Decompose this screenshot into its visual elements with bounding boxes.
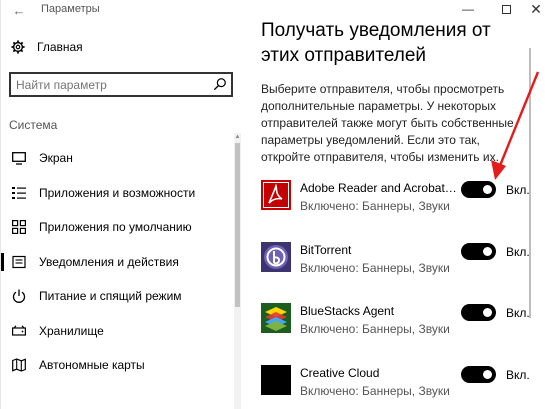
sidebar-item-label: Приложения и возможности bbox=[39, 185, 196, 200]
search-input[interactable] bbox=[11, 74, 201, 95]
toggle-knob bbox=[483, 308, 492, 317]
sidebar-item-label: Экран bbox=[39, 151, 73, 166]
toggle-knob bbox=[483, 246, 492, 256]
toggle-knob bbox=[483, 369, 492, 379]
notification-toggle[interactable] bbox=[461, 304, 496, 321]
app-name: BitTorrent bbox=[300, 242, 352, 257]
scrollbar-thumb[interactable] bbox=[529, 48, 531, 318]
list-item[interactable]: BitTorrent Включено: Баннеры, Звуки Вкл. bbox=[261, 237, 545, 299]
notifications-icon bbox=[12, 255, 26, 269]
window-title: Параметры bbox=[41, 3, 100, 15]
sender-list: Adobe Reader and Acrobat Manager Включен… bbox=[261, 175, 545, 409]
app-name: BlueStacks Agent bbox=[300, 304, 395, 318]
creative-cloud-icon bbox=[261, 364, 291, 395]
adobe-reader-icon bbox=[261, 180, 291, 210]
sidebar-item-default-apps[interactable]: Приложения по умолчанию bbox=[1, 210, 233, 245]
home-label: Главная bbox=[37, 40, 83, 54]
sidebar-item-power[interactable]: Питание и спящий режим bbox=[1, 279, 233, 314]
bluestacks-icon bbox=[261, 303, 291, 333]
settings-window: ← Параметры — ✕ Главная Найти параметр С… bbox=[0, 0, 545, 409]
sidebar-item-label: Уведомления и действия bbox=[39, 254, 179, 269]
power-icon bbox=[12, 289, 26, 304]
search-box[interactable] bbox=[9, 72, 233, 97]
offline-maps-icon bbox=[12, 358, 26, 372]
home-link[interactable]: Главная bbox=[11, 40, 83, 54]
app-name: Creative Cloud bbox=[300, 365, 380, 380]
back-button[interactable]: ← bbox=[7, 2, 31, 20]
sidebar-item-label: Питание и спящий режим bbox=[39, 289, 182, 304]
app-status: Включено: Баннеры, Звуки bbox=[300, 322, 450, 336]
sidebar-item-offline-maps[interactable]: Автономные карты bbox=[1, 348, 233, 383]
toggle-state-label: Вкл. bbox=[506, 367, 530, 382]
app-name: Adobe Reader and Acrobat Manager bbox=[300, 181, 458, 195]
sidebar-item-storage[interactable]: Хранилище bbox=[1, 314, 233, 349]
app-status: Включено: Баннеры, Звуки bbox=[300, 199, 450, 213]
section-header-system: Система bbox=[9, 118, 58, 132]
sidebar: Главная Система Экран Приложения и возм bbox=[1, 22, 246, 409]
sidebar-scrollbar[interactable]: ▲ bbox=[234, 133, 241, 409]
sidebar-item-apps-features[interactable]: Приложения и возможности bbox=[1, 176, 233, 211]
gear-icon bbox=[11, 40, 25, 54]
sidebar-item-label: Автономные карты bbox=[39, 358, 145, 373]
list-item[interactable]: BlueStacks Agent Включено: Баннеры, Звук… bbox=[261, 298, 545, 360]
search-icon bbox=[213, 78, 226, 91]
sidebar-item-notifications[interactable]: Уведомления и действия bbox=[1, 245, 233, 280]
notification-toggle[interactable] bbox=[461, 242, 496, 260]
page-description: Выберите отправителя, чтобы просмотреть … bbox=[261, 82, 514, 164]
page-title: Получать уведомления от этих отправителе… bbox=[261, 20, 491, 66]
app-status: Включено: Баннеры, Звуки bbox=[300, 260, 450, 275]
sidebar-item-label: Хранилище bbox=[39, 323, 104, 338]
sidebar-item-display[interactable]: Экран bbox=[1, 141, 233, 176]
notification-toggle[interactable] bbox=[461, 181, 496, 198]
monitor-icon bbox=[12, 151, 26, 165]
scrollbar-thumb[interactable] bbox=[235, 143, 240, 307]
apps-list-icon bbox=[12, 186, 26, 200]
sidebar-nav: Экран Приложения и возможности Приложени… bbox=[1, 141, 233, 383]
app-status: Включено: Баннеры, Звуки bbox=[300, 383, 450, 398]
list-item[interactable]: Creative Cloud Включено: Баннеры, Звуки … bbox=[261, 360, 545, 409]
toggle-knob bbox=[483, 185, 492, 194]
list-item[interactable]: Adobe Reader and Acrobat Manager Включен… bbox=[261, 175, 545, 237]
main-scrollbar[interactable] bbox=[527, 18, 532, 318]
storage-icon bbox=[12, 324, 26, 338]
main-content: Получать уведомления от этих отправителе… bbox=[246, 0, 545, 409]
bittorrent-icon bbox=[261, 241, 291, 272]
sidebar-item-label: Приложения по умолчанию bbox=[39, 220, 192, 235]
default-apps-icon bbox=[12, 220, 26, 235]
notification-toggle[interactable] bbox=[461, 365, 496, 383]
scroll-up-arrow-icon[interactable]: ▲ bbox=[234, 133, 241, 141]
back-arrow-icon: ← bbox=[12, 3, 26, 18]
